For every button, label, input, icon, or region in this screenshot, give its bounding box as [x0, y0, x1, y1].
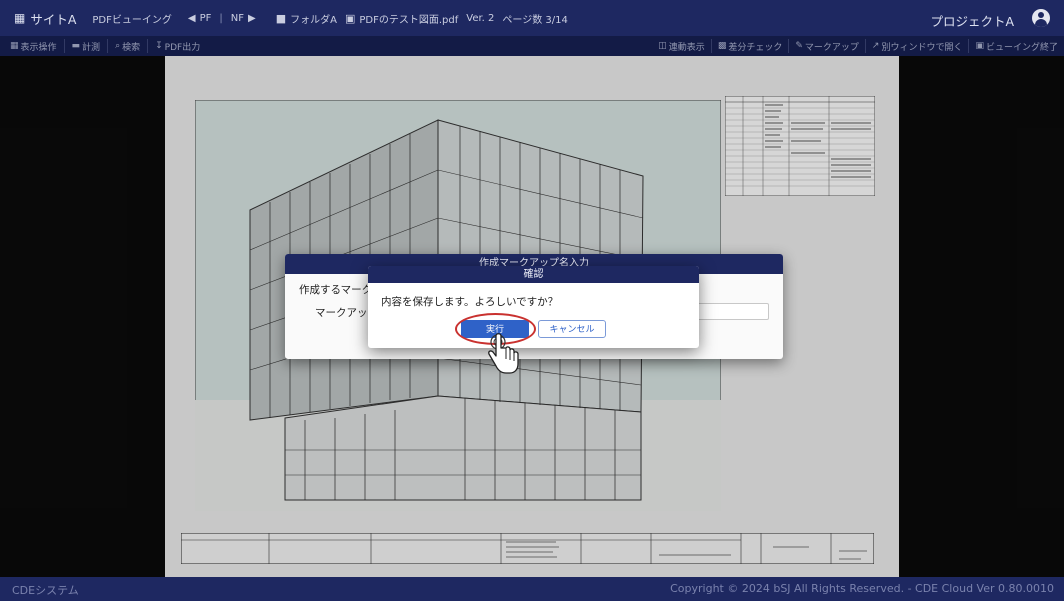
- site-icon: ▦: [14, 11, 26, 25]
- user-avatar-icon[interactable]: [1032, 9, 1050, 27]
- next-icon: ▶: [248, 12, 256, 24]
- hand-pointer-icon: [488, 333, 519, 374]
- footer: CDEシステム Copyright © 2024 bSJ All Rights …: [0, 577, 1064, 601]
- cancel-button[interactable]: キャンセル: [538, 320, 606, 338]
- breadcrumb-folder[interactable]: ■ フォルダA: [276, 11, 337, 26]
- system-name: CDEシステム: [12, 584, 79, 597]
- title-bar: ▦ サイトA PDFビューイング ◀ PF | NF ▶ ■ フォルダA ▣ P…: [0, 0, 1064, 36]
- breadcrumb-file: ▣ PDFのテスト図面.pdf: [344, 11, 459, 26]
- prev-icon: ◀: [187, 12, 196, 24]
- confirm-dialog: 確認 内容を保存します。よろしいですか？: [368, 266, 699, 348]
- confirm-message: 内容を保存します。よろしいですか？: [381, 296, 559, 308]
- prev-file-button[interactable]: ◀ PF: [188, 13, 212, 24]
- copyright-text: Copyright © 2024 bSJ All Rights Reserved…: [670, 582, 1054, 595]
- file-icon: ▣: [344, 11, 356, 25]
- site-name[interactable]: ▦ サイトA: [0, 9, 76, 28]
- app-name: PDFビューイング: [92, 14, 172, 26]
- version-label: Ver. 2: [466, 12, 495, 24]
- markup-name-input[interactable]: [693, 303, 769, 320]
- nav-divider: |: [219, 12, 223, 24]
- confirm-dialog-title: 確認: [368, 266, 699, 283]
- next-file-button[interactable]: NF ▶: [231, 13, 256, 24]
- folder-icon: ■: [275, 11, 287, 25]
- page-count: ページ数 3/14: [502, 14, 568, 26]
- site-label: サイトA: [30, 11, 77, 27]
- project-name[interactable]: プロジェクトA: [930, 11, 1014, 30]
